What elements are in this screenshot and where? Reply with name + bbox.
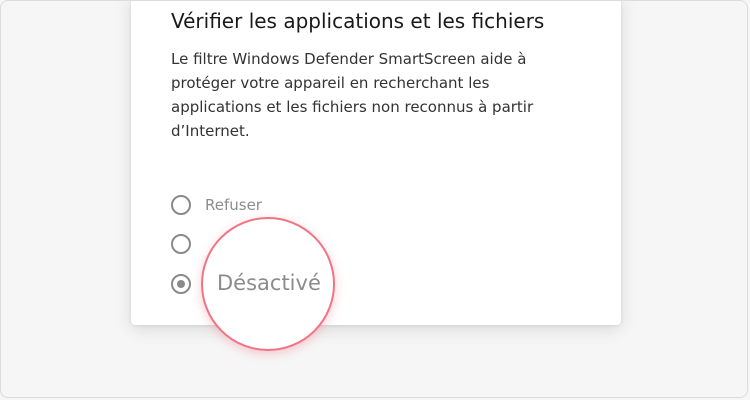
screenshot-frame: Vérifier les applications et les fichier… xyxy=(0,0,748,398)
section-title: Vérifier les applications et les fichier… xyxy=(171,9,545,33)
section-description: Le filtre Windows Defender SmartScreen a… xyxy=(171,50,534,140)
radio-option-desactive[interactable] xyxy=(171,271,205,297)
radio-label-refuser: Refuser xyxy=(205,196,262,214)
radio-button[interactable] xyxy=(171,195,191,215)
magnified-label-desactive: Désactivé xyxy=(217,271,321,295)
magnifier-highlight: Désactivé xyxy=(201,217,335,351)
radio-option-refuser[interactable]: Refuser xyxy=(171,192,262,218)
radio-button-selected[interactable] xyxy=(171,274,191,294)
radio-button[interactable] xyxy=(171,234,191,254)
radio-option-2[interactable] xyxy=(171,231,205,257)
